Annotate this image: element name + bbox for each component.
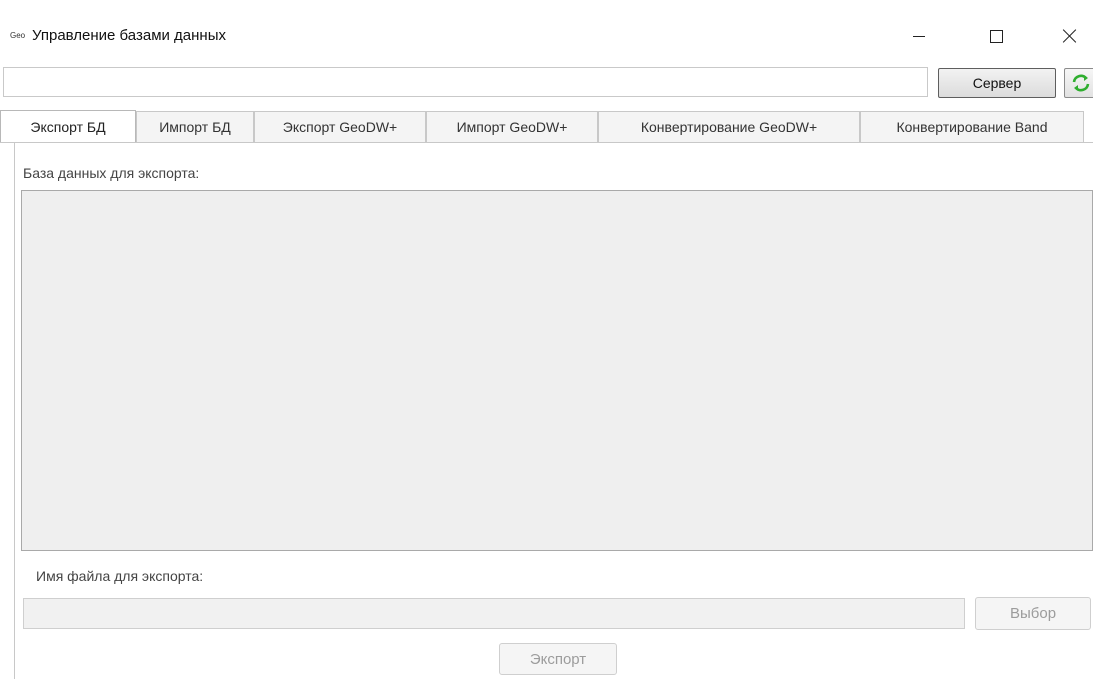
maximize-icon [989, 29, 1003, 43]
tab-import-geodw[interactable]: Импорт GeoDW+ [426, 111, 598, 142]
server-button[interactable]: Сервер [938, 68, 1056, 98]
close-icon [1062, 28, 1078, 44]
close-button[interactable] [1047, 14, 1093, 58]
server-input[interactable] [3, 67, 928, 97]
database-list[interactable] [21, 190, 1093, 551]
tab-export-geodw[interactable]: Экспорт GeoDW+ [254, 111, 426, 142]
tab-convert-band[interactable]: Конвертирование Band [860, 111, 1084, 142]
file-name-input[interactable] [23, 598, 965, 629]
minimize-icon [913, 35, 925, 37]
browse-button[interactable]: Выбор [975, 597, 1091, 630]
export-button[interactable]: Экспорт [499, 643, 617, 675]
app-logo-icon: Geo [10, 31, 26, 40]
tab-import-db[interactable]: Импорт БД [136, 111, 254, 142]
database-manager-window: Geo Управление базами данных Сервер Эксп… [0, 0, 1093, 679]
file-name-label: Имя файла для экспорта: [36, 568, 204, 584]
maximize-button[interactable] [973, 14, 1019, 58]
minimize-button[interactable] [896, 14, 942, 58]
refresh-button[interactable] [1064, 68, 1093, 98]
background-window-edge [0, 0, 1093, 14]
tab-convert-geodw[interactable]: Конвертирование GeoDW+ [598, 111, 860, 142]
background-text-bleed [220, 0, 1010, 6]
refresh-icon [1072, 74, 1090, 92]
title-bar[interactable]: Geo Управление базами данных [0, 14, 1093, 58]
db-list-label: База данных для экспорта: [23, 165, 200, 181]
window-title: Управление базами данных [32, 27, 226, 44]
tab-export-db[interactable]: Экспорт БД [0, 110, 136, 142]
